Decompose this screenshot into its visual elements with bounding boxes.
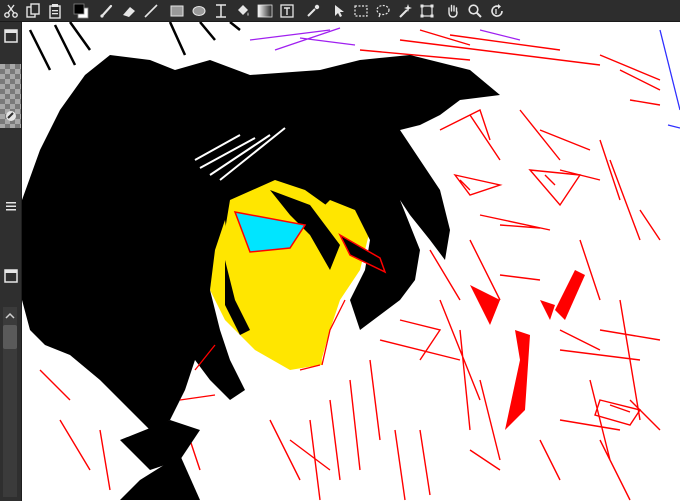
lasso-icon[interactable] — [372, 0, 394, 22]
eyedropper-icon[interactable] — [302, 0, 324, 22]
line-icon[interactable] — [140, 0, 162, 22]
ellipse-icon[interactable] — [188, 0, 210, 22]
scroll-thumb[interactable] — [3, 325, 17, 349]
rotate-icon[interactable] — [486, 0, 508, 22]
gradient-icon[interactable] — [254, 0, 276, 22]
clipboard-icon[interactable] — [44, 0, 66, 22]
eraser-icon[interactable] — [118, 0, 140, 22]
layer-list-icon[interactable] — [0, 196, 22, 216]
navigator-window-icon[interactable] — [0, 266, 22, 286]
color-swatch-icon[interactable] — [70, 0, 92, 22]
magnifier-icon[interactable] — [464, 0, 486, 22]
copy-icon[interactable] — [22, 0, 44, 22]
drawing-canvas[interactable] — [22, 22, 680, 501]
transform-icon[interactable] — [416, 0, 438, 22]
bucket-icon[interactable] — [232, 0, 254, 22]
scroll-up-icon[interactable] — [3, 307, 17, 319]
main-toolbar — [0, 0, 680, 22]
brush-dropper-icon[interactable] — [0, 106, 22, 126]
hand-icon[interactable] — [442, 0, 464, 22]
magic-wand-icon[interactable] — [394, 0, 416, 22]
side-panel — [0, 22, 22, 501]
panel-scrollbar[interactable] — [3, 307, 17, 497]
rect-select-icon[interactable] — [350, 0, 372, 22]
layers-window-icon[interactable] — [0, 26, 22, 46]
brush-icon[interactable] — [96, 0, 118, 22]
text-frame-icon[interactable] — [276, 0, 298, 22]
arrow-cursor-icon[interactable] — [328, 0, 350, 22]
text-cursor-icon[interactable] — [210, 0, 232, 22]
rectangle-icon[interactable] — [166, 0, 188, 22]
scissors-icon[interactable] — [0, 0, 22, 22]
